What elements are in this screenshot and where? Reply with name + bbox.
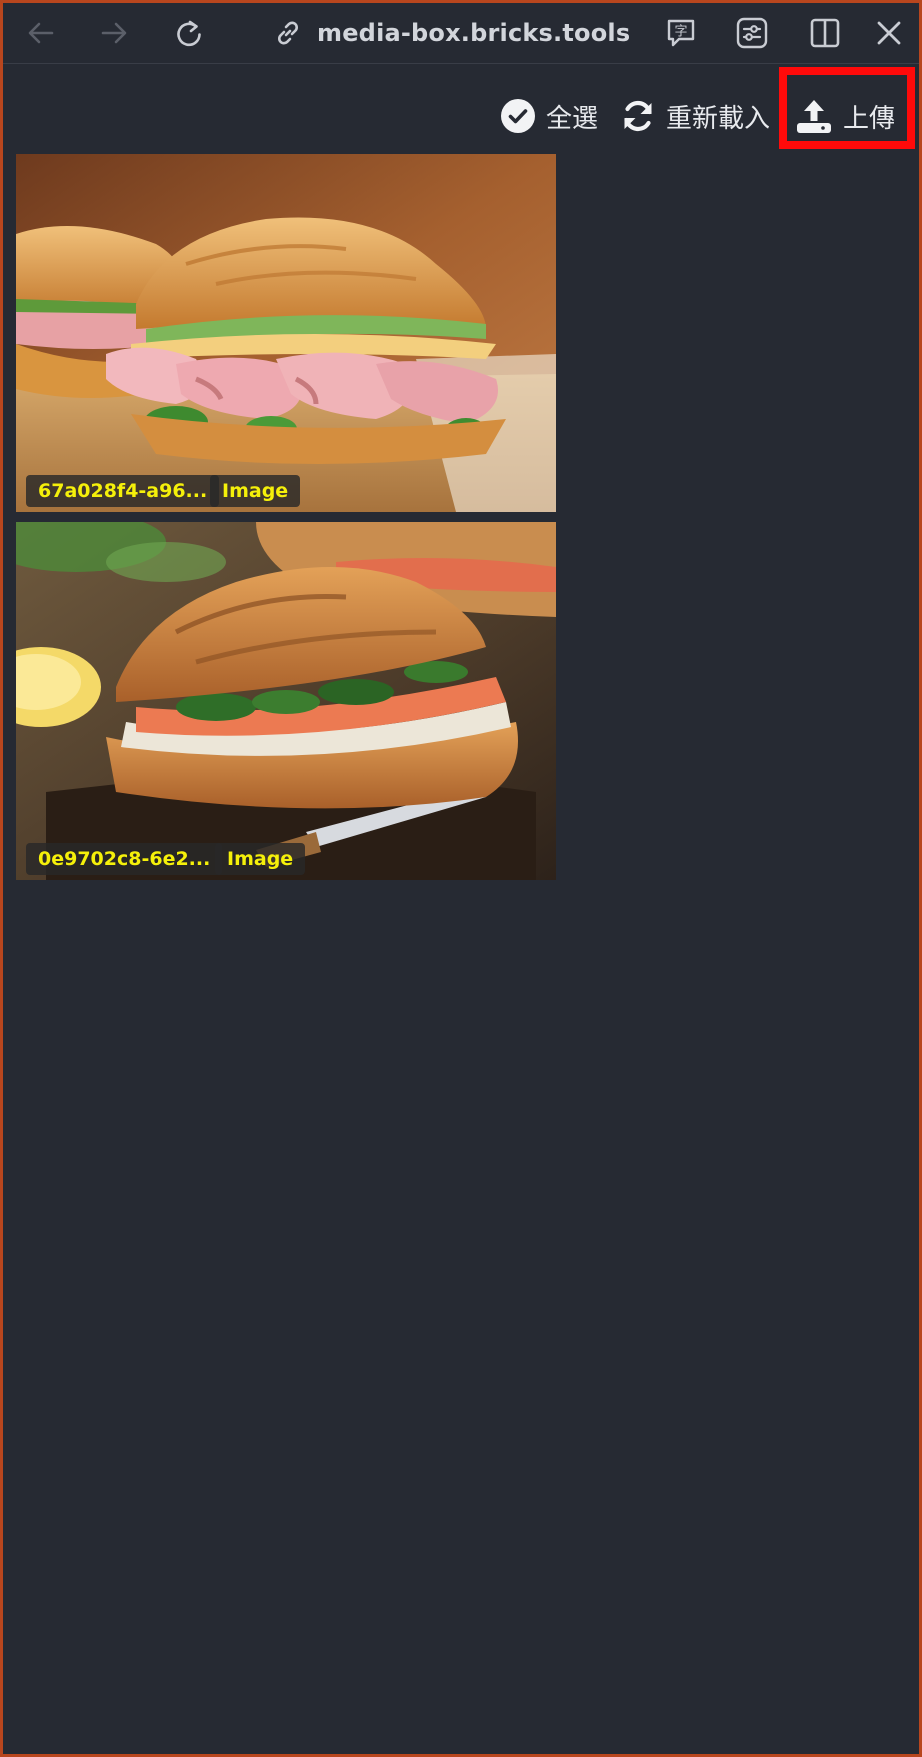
translate-icon: 字 bbox=[667, 19, 695, 47]
arrow-right-icon bbox=[101, 22, 127, 44]
reload-button[interactable]: 重新載入 bbox=[620, 93, 770, 139]
select-all-label: 全選 bbox=[546, 103, 599, 134]
media-id-badge: 67a028f4-a96... bbox=[26, 475, 220, 507]
browser-toolbar: media-box.bricks.tools 字 bbox=[3, 3, 919, 64]
reload-page-button[interactable] bbox=[167, 11, 211, 55]
back-button[interactable] bbox=[19, 11, 63, 55]
address-bar[interactable]: media-box.bricks.tools bbox=[273, 13, 630, 53]
refresh-icon bbox=[177, 20, 201, 47]
sync-icon bbox=[624, 100, 652, 132]
media-card[interactable]: 0e9702c8-6e2... Image bbox=[16, 522, 556, 880]
split-view-icon bbox=[810, 18, 840, 48]
media-type-badge: Image bbox=[210, 475, 301, 507]
upload-button[interactable]: 上傳 bbox=[795, 93, 895, 139]
svg-text:字: 字 bbox=[674, 25, 687, 40]
media-thumbnail bbox=[16, 522, 556, 880]
media-card[interactable]: 67a028f4-a96... Image bbox=[16, 154, 556, 512]
media-thumbnail bbox=[16, 154, 556, 512]
check-circle-icon bbox=[501, 99, 535, 133]
translate-button[interactable]: 字 bbox=[659, 11, 703, 55]
select-all-button[interactable]: 全選 bbox=[500, 93, 598, 139]
forward-button[interactable] bbox=[92, 11, 136, 55]
reload-label: 重新載入 bbox=[666, 103, 771, 134]
link-icon bbox=[278, 21, 298, 45]
sliders-icon bbox=[736, 17, 768, 49]
split-view-button[interactable] bbox=[803, 11, 847, 55]
arrow-left-icon bbox=[28, 22, 54, 44]
upload-icon bbox=[797, 100, 831, 133]
upload-label: 上傳 bbox=[843, 103, 896, 134]
browser-window: media-box.bricks.tools 字 全選 重新載入 上傳 67a0… bbox=[0, 0, 922, 1757]
close-icon bbox=[877, 21, 901, 45]
address-url: media-box.bricks.tools bbox=[317, 19, 631, 47]
settings-button[interactable] bbox=[730, 11, 774, 55]
media-id-badge: 0e9702c8-6e2... bbox=[26, 843, 223, 875]
media-type-badge: Image bbox=[215, 843, 306, 875]
close-button[interactable] bbox=[867, 11, 911, 55]
